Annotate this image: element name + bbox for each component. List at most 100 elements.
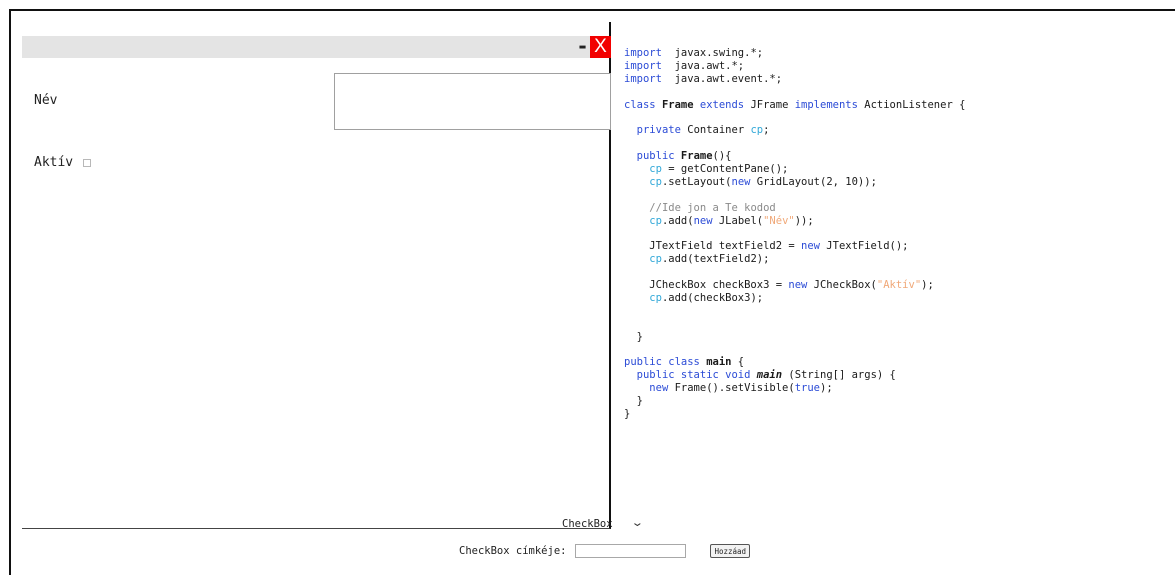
code-token: cp (750, 124, 764, 137)
code-line: //Ide jon a Te kodod (624, 202, 1175, 215)
code-line: import java.awt.*; (624, 60, 1175, 73)
java-frame-preview: - X Név Aktív (22, 22, 611, 529)
frame-titlebar: - X (22, 36, 611, 58)
code-token: "Név" (763, 214, 795, 227)
code-token: Container (680, 124, 751, 137)
code-token: .add(checkBox3); (661, 291, 764, 304)
checkbox-label-prompt: CheckBox címkéje: (459, 545, 567, 557)
code-token: javax.swing.*; (661, 47, 764, 59)
code-token: //Ide jon a Te kodod (649, 201, 776, 214)
close-button[interactable]: X (590, 36, 611, 58)
code-token: JCheckBox checkBox3 = (624, 279, 789, 292)
code-token: private (636, 124, 681, 137)
code-token: } (624, 330, 643, 343)
active-checkbox[interactable] (83, 158, 92, 167)
chevron-down-icon: ❯ (632, 521, 642, 527)
code-token: new (801, 240, 820, 253)
code-line: } (624, 331, 1175, 344)
add-button[interactable]: Hozzáad (710, 544, 751, 558)
code-token: } (624, 407, 631, 420)
code-line: public Frame(){ (624, 150, 1175, 163)
code-token: } (624, 395, 643, 408)
code-token: ); (820, 382, 833, 395)
code-token: new (649, 382, 669, 395)
code-token: java.awt.event.*; (661, 72, 783, 85)
code-panel: import javax.swing.*; import java.awt.*; i… (624, 47, 1175, 487)
code-token: Frame().setVisible( (668, 382, 795, 395)
code-token: cp (649, 253, 662, 266)
code-token: cp (649, 291, 662, 304)
code-token: extends (699, 98, 745, 111)
code-line: JCheckBox checkBox3 = new JCheckBox("Akt… (624, 279, 1175, 292)
name-label: Név (34, 93, 58, 108)
checkbox-label-row: CheckBox címkéje: Hozzáad (459, 544, 751, 558)
code-token: JTextField(); (819, 240, 909, 253)
code-token: JFrame (744, 98, 795, 111)
code-line: cp = getContentPane(); (624, 163, 1175, 176)
code-token: import (624, 59, 662, 72)
component-type-select[interactable]: CheckBox ❯ (552, 515, 672, 533)
code-token: .setLayout( (661, 175, 732, 188)
code-token: public (636, 150, 675, 163)
code-token: )); (794, 214, 814, 227)
code-token: cp (649, 163, 662, 176)
code-token: ActionListener { (857, 98, 966, 111)
code-token: (){ (712, 150, 732, 163)
code-token: ; (763, 124, 770, 137)
code-line: import java.awt.event.*; (624, 73, 1175, 86)
code-token: new (731, 175, 751, 188)
component-type-value: CheckBox (562, 518, 613, 530)
code-line: class Frame extends JFrame implements Ac… (624, 99, 1175, 112)
name-text-field[interactable] (334, 73, 611, 130)
code-token: ); (921, 279, 934, 292)
code-token: JTextField textField2 = (624, 240, 802, 253)
code-token: .add(textField2); (661, 253, 770, 266)
minimize-button[interactable]: - (575, 36, 590, 58)
code-line: cp.setLayout(new GridLayout(2, 10)); (624, 176, 1175, 189)
code-token: GridLayout(2, 10)); (750, 175, 877, 188)
code-line: import javax.swing.*; (624, 47, 1175, 60)
code-token: import (624, 47, 662, 59)
code-line: cp.add(checkBox3); (624, 292, 1175, 305)
code-token: { (731, 356, 745, 369)
code-token: = getContentPane(); (661, 163, 789, 176)
code-token: class (624, 98, 656, 111)
code-token: Frame (661, 98, 694, 111)
code-token: cp (649, 214, 662, 227)
code-line: private Container cp; (624, 124, 1175, 137)
code-token: "Aktív" (876, 279, 922, 292)
code-token: true (794, 382, 820, 395)
code-line: new Frame().setVisible(true); (624, 382, 1175, 395)
active-checkbox-row[interactable]: Aktív (34, 155, 92, 170)
code-token: JLabel( (712, 214, 764, 227)
app-canvas: - X Név Aktív import javax.swing.*; impor… (9, 9, 1175, 575)
code-token: main (756, 369, 783, 382)
code-line: public static void main (String[] args) … (624, 369, 1175, 382)
code-token: java.awt.*; (661, 59, 745, 72)
checkbox-label-input[interactable] (575, 544, 687, 558)
code-token: public static void (636, 369, 751, 382)
code-line: cp.add(new JLabel("Név")); (624, 215, 1175, 228)
code-token: JCheckBox( (807, 279, 877, 292)
code-token: public class (624, 356, 700, 369)
code-token: import (624, 72, 662, 85)
code-token: implements (794, 98, 858, 111)
